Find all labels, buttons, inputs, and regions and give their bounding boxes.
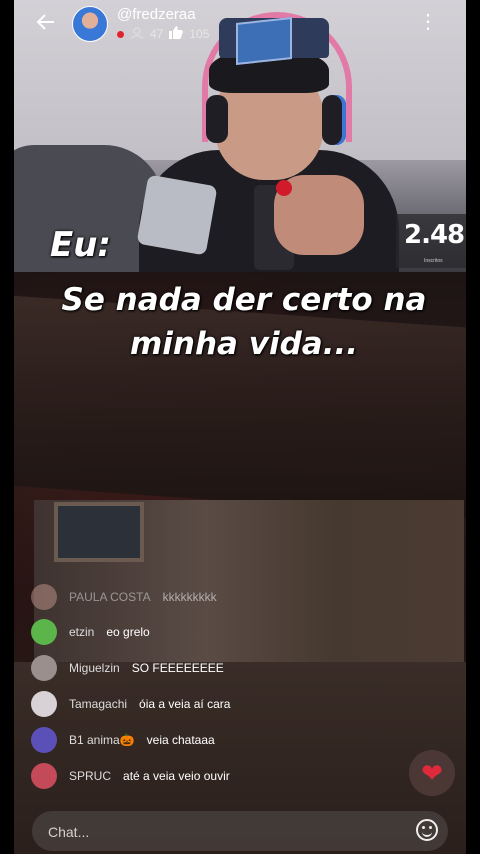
- phone: [136, 174, 218, 256]
- chat-text: SO FEEEEEEEE: [131, 661, 224, 675]
- chat-username[interactable]: Tamagachi: [69, 697, 127, 711]
- chat-text: kkkkkkkkk: [162, 590, 217, 604]
- live-dot-icon: [117, 30, 124, 38]
- mic-light: [276, 180, 292, 196]
- chat-input[interactable]: [46, 819, 390, 845]
- chat-avatar[interactable]: [31, 655, 57, 681]
- chat-input-bar: [32, 811, 448, 851]
- chat-text: veia chataaa: [146, 733, 215, 747]
- chat-avatar[interactable]: [31, 584, 57, 610]
- chat-username[interactable]: SPRUC: [69, 769, 111, 783]
- chat-username[interactable]: Miguelzin: [69, 661, 120, 675]
- chat-message: B1 anima🎃 veia chataaa: [31, 727, 215, 753]
- chat-username[interactable]: PAULA COSTA: [69, 590, 151, 604]
- chat-username[interactable]: B1 anima🎃: [69, 733, 135, 747]
- chat-message: etzin eo grelo: [31, 619, 150, 645]
- letterbox-left: [0, 0, 14, 854]
- chat-avatar[interactable]: [31, 691, 57, 717]
- heart-button[interactable]: ❤: [409, 750, 455, 796]
- chat-avatar[interactable]: [31, 763, 57, 789]
- chat-text: óia a veia aí cara: [139, 697, 231, 711]
- kebab-menu-icon[interactable]: ⋮: [418, 12, 438, 32]
- viewer-count: 47: [150, 27, 164, 41]
- chat-username[interactable]: etzin: [69, 625, 94, 639]
- chat-message: Miguelzin SO FEEEEEEEE: [31, 655, 224, 681]
- caption-eu: Eu:: [50, 225, 112, 265]
- user-icon: [130, 26, 144, 42]
- heart-icon: ❤: [421, 757, 443, 788]
- subscriber-label: Inscritos: [424, 258, 443, 264]
- thumbs-up-icon: [169, 26, 184, 42]
- chat-text: eo grelo: [106, 625, 150, 639]
- streamer-avatar[interactable]: [72, 6, 108, 42]
- subscriber-count: 2.48: [404, 220, 465, 250]
- caption-main: Se nada der certo na minha vida...: [61, 282, 427, 362]
- chat-message: Tamagachi óia a veia aí cara: [31, 691, 230, 717]
- live-stream-view: 2.48 Inscritos Eu: Se nada der certo na …: [14, 0, 466, 854]
- chat-avatar[interactable]: [31, 619, 57, 645]
- like-count: 105: [189, 27, 210, 41]
- arrow-left-icon[interactable]: [34, 10, 58, 34]
- chat-text: até a veia veio ouvir: [123, 769, 230, 783]
- letterbox-right: [466, 0, 480, 854]
- headset-ear-left: [206, 95, 228, 143]
- cap-badge: [236, 17, 292, 65]
- subscriber-counter: 2.48 Inscritos: [396, 214, 466, 268]
- headset-ear-right: [322, 95, 346, 145]
- stream-stats: 47 105: [117, 26, 209, 42]
- smiley-icon[interactable]: [416, 819, 438, 841]
- scene-window: [54, 502, 144, 562]
- streamer-username[interactable]: @fredzeraa: [117, 6, 196, 23]
- chat-message: PAULA COSTA kkkkkkkkk: [31, 584, 217, 610]
- chat-message: SPRUC até a veia veio ouvir: [31, 763, 230, 789]
- chat-avatar[interactable]: [31, 727, 57, 753]
